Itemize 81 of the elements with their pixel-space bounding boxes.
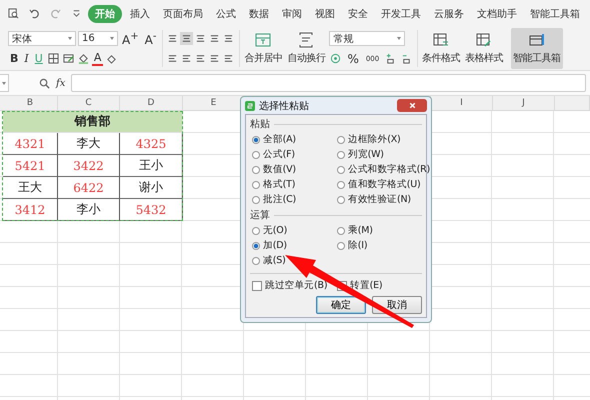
table-style-icon[interactable]	[62, 52, 75, 65]
table-cell: 谢小	[120, 177, 183, 199]
radio-option[interactable]: 除(I)	[337, 239, 368, 252]
toolbox-icon	[528, 32, 545, 48]
radio-option[interactable]: 格式(T)	[252, 178, 296, 191]
percent-button[interactable]: %	[345, 52, 361, 66]
undo-icon[interactable]	[29, 8, 40, 19]
ribbon-tab[interactable]: 文档助手	[472, 4, 522, 22]
table-cell: 6422	[58, 177, 120, 199]
dialog-title: 选择性粘贴	[259, 100, 309, 112]
table-cell: 3422	[58, 155, 120, 177]
column-header[interactable]: D	[120, 96, 183, 110]
table-cell: 销售部	[3, 111, 183, 133]
ribbon-tab[interactable]: 安全	[343, 4, 373, 22]
ribbon-tab[interactable]: 数据	[244, 4, 274, 22]
border-icon[interactable]	[46, 52, 60, 65]
radio-option[interactable]: 有效性验证(N)	[337, 193, 411, 206]
wrap-text-button[interactable]: 自动换行	[286, 30, 326, 67]
table-icon	[433, 32, 450, 48]
radio-option[interactable]: 加(D)	[252, 239, 287, 252]
app-icon	[245, 100, 255, 110]
table-cell: 5421	[3, 155, 58, 177]
number-format-select[interactable]: 常规	[329, 31, 406, 46]
radio-option[interactable]: 公式和数字格式(R)	[337, 163, 430, 176]
section-title: 粘贴	[250, 118, 270, 131]
ribbon-tab[interactable]: 插入	[125, 4, 155, 22]
merge-icon	[255, 32, 272, 48]
close-button[interactable]	[397, 99, 427, 112]
align-icon[interactable]	[180, 32, 194, 45]
ribbon-tab[interactable]: 页面布局	[158, 4, 208, 22]
italic-button[interactable]: I	[22, 52, 31, 66]
wrap-icon	[298, 32, 314, 48]
radio-option[interactable]: 批注(C)	[252, 193, 296, 206]
font-color-button[interactable]: A	[92, 52, 104, 66]
radio-option[interactable]: 数值(V)	[252, 163, 296, 176]
ribbon-tab[interactable]: 视图	[310, 4, 340, 22]
radio-option[interactable]: 边框除外(X)	[337, 133, 401, 146]
radio-option[interactable]: 无(O)	[252, 224, 288, 237]
radio-option[interactable]: 列宽(W)	[337, 148, 384, 161]
function-button[interactable]: fx	[56, 78, 66, 88]
checkbox-option[interactable]: 跳过空单元(B)	[252, 279, 328, 292]
formula-input[interactable]	[71, 74, 586, 92]
radio-option[interactable]: 减(S)	[252, 254, 286, 267]
table-cell: 4321	[3, 133, 58, 155]
smart-toolbox-button[interactable]: 智能工具箱	[511, 28, 563, 69]
conditional-format-button[interactable]: 条件格式	[421, 30, 462, 67]
ribbon-tab[interactable]: 云服务	[429, 4, 469, 22]
column-header[interactable]: C	[58, 96, 120, 110]
column-header[interactable]: J	[493, 96, 555, 110]
table-style-button[interactable]: 表格样式	[464, 30, 504, 67]
ribbon-tab[interactable]: 开发工具	[376, 4, 426, 22]
ribbon-tab[interactable]: 公式	[211, 4, 241, 22]
table-cell: 李小	[58, 199, 120, 221]
font-size-select[interactable]: 16	[78, 31, 118, 46]
dialog-button[interactable]: 确定	[316, 296, 366, 314]
radio-option[interactable]: 公式(F)	[252, 148, 295, 161]
font-select[interactable]: 宋体	[8, 31, 76, 46]
merge-center-button[interactable]: 合并居中	[243, 30, 284, 67]
name-box[interactable]	[0, 74, 9, 92]
bold-button[interactable]: B	[8, 52, 20, 66]
table-cell: 李大	[58, 133, 120, 155]
grow-font-button[interactable]: A$^{+}$	[120, 30, 141, 47]
radio-option[interactable]: 全部(A)	[252, 133, 296, 146]
radio-option[interactable]: 乘(M)	[337, 224, 373, 237]
radio-option[interactable]: 值和数字格式(U)	[337, 178, 421, 191]
table-cell: 3412	[3, 199, 58, 221]
table-cell: 5432	[120, 199, 183, 221]
table-cell: 王大	[3, 177, 58, 199]
shrink-font-button[interactable]: A$^{-}$	[142, 30, 158, 47]
fill-bucket-icon[interactable]	[76, 52, 90, 65]
table-cell: 4325	[120, 133, 183, 155]
zoom-icon[interactable]	[39, 78, 50, 88]
column-header[interactable]: B	[3, 96, 58, 110]
print-preview-icon[interactable]	[8, 8, 19, 19]
dropdown-icon[interactable]	[71, 8, 82, 19]
close-icon	[408, 101, 416, 110]
section-title: 运算	[250, 208, 270, 222]
ribbon-tab[interactable]: 智能工具箱	[525, 4, 585, 22]
table-icon	[476, 32, 492, 48]
table-cell: 王小	[120, 155, 183, 177]
ribbon-tab[interactable]: 审阅	[277, 4, 307, 22]
